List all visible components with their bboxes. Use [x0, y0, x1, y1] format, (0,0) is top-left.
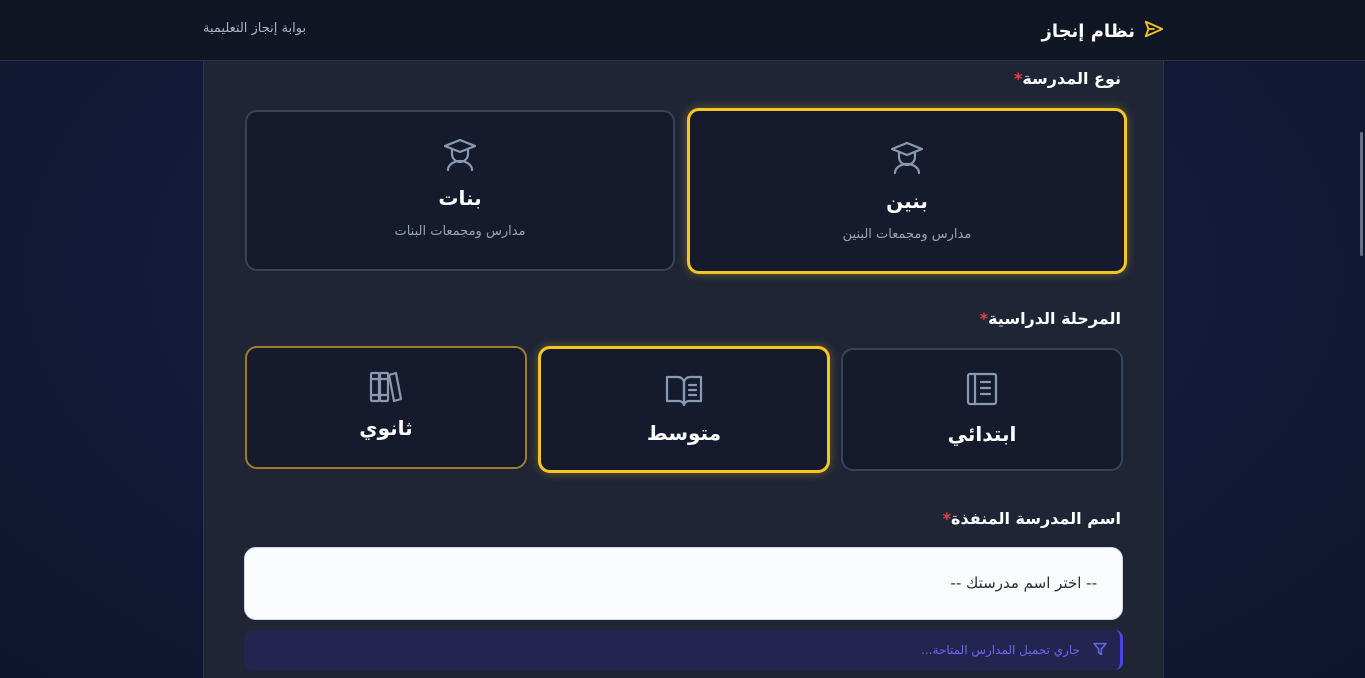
stage-title: متوسط: [646, 421, 722, 445]
stage-option-secondary[interactable]: ثانوي: [245, 346, 527, 469]
school-name-select[interactable]: -- اختر اسم مدرستك --: [244, 547, 1123, 620]
school-type-title: بنين: [886, 189, 928, 213]
required-mark: *: [979, 309, 989, 328]
school-type-label: نوع المدرسة*: [1008, 69, 1121, 88]
school-type-subtitle: مدارس ومجمعات البنين: [842, 227, 972, 242]
school-type-label-text: نوع المدرسة: [1022, 69, 1121, 88]
school-type-subtitle: مدارس ومجمعات البنات: [394, 224, 526, 239]
school-type-title: بنات: [438, 186, 482, 210]
portal-name: بوابة إنجاز التعليمية: [203, 21, 307, 36]
loading-message: جاري تحميل المدارس المتاحة...: [921, 643, 1080, 657]
top-header: نظام إنجاز بوابة إنجاز التعليمية: [0, 0, 1365, 61]
stage-label-text: المرحلة الدراسية: [988, 309, 1121, 328]
school-name-placeholder: -- اختر اسم مدرستك --: [950, 574, 1097, 592]
graduate-icon: [442, 138, 478, 176]
brand[interactable]: نظام إنجاز: [1041, 17, 1165, 45]
loading-notice: جاري تحميل المدارس المتاحة...: [244, 630, 1123, 670]
stage-title: ثانوي: [359, 416, 413, 440]
school-name-label-text: اسم المدرسة المنفذة: [951, 509, 1121, 528]
form-panel: نوع المدرسة* بنين مدارس ومجمعات البنين ب…: [203, 61, 1164, 678]
stage-option-intermediate[interactable]: متوسط: [538, 346, 830, 473]
stage-option-primary[interactable]: ابتدائي: [841, 348, 1123, 471]
notebook-icon: [966, 372, 998, 410]
school-type-option-girls[interactable]: بنات مدارس ومجمعات البنات: [245, 110, 675, 271]
school-type-option-boys[interactable]: بنين مدارس ومجمعات البنين: [687, 108, 1127, 274]
school-name-label: اسم المدرسة المنفذة*: [937, 509, 1121, 528]
stage-title: ابتدائي: [947, 422, 1017, 446]
open-book-icon: [665, 373, 703, 411]
graduate-icon: [889, 141, 925, 179]
books-icon: [369, 370, 403, 408]
brand-title: نظام إنجاز: [1041, 20, 1135, 42]
stage-label: المرحلة الدراسية*: [974, 309, 1121, 328]
required-mark: *: [942, 509, 952, 528]
page-scrollbar[interactable]: [1360, 132, 1363, 256]
paper-plane-icon: [1143, 18, 1165, 44]
filter-icon: [1092, 641, 1108, 661]
